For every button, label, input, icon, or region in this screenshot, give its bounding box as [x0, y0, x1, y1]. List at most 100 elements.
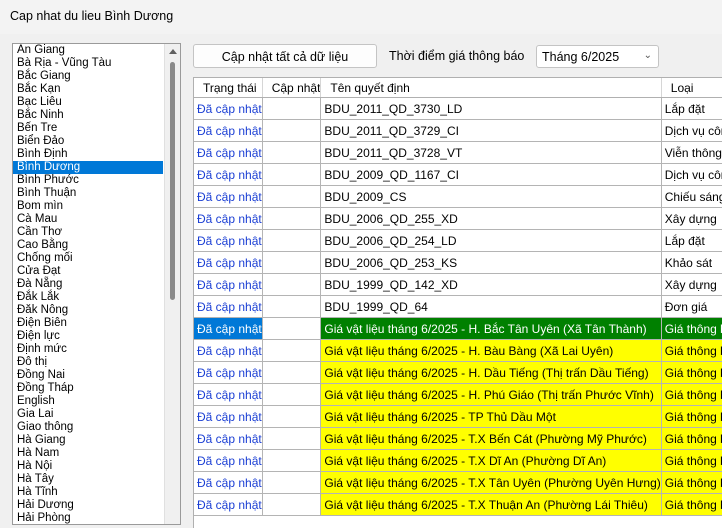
province-item[interactable]: Đồng Tháp [13, 382, 163, 395]
period-select[interactable]: Tháng 6/2025 ⌄ [536, 45, 659, 68]
province-item[interactable]: Bình Phước [13, 174, 163, 187]
column-header-type[interactable]: Loại [661, 78, 722, 98]
status-cell[interactable]: Đã cập nhật [194, 97, 263, 120]
province-item[interactable]: Đà Nẵng [13, 278, 163, 291]
update-cell[interactable] [262, 383, 322, 406]
province-item[interactable]: Bình Thuận [13, 187, 163, 200]
decision-name-cell[interactable]: Giá vật liệu tháng 6/2025 - T.X Tân Uyên… [320, 471, 662, 494]
province-item[interactable]: Hà Tĩnh [13, 486, 163, 499]
type-cell[interactable]: Lắp đặt [661, 97, 722, 120]
update-cell[interactable] [262, 295, 322, 318]
column-header-status[interactable]: Trạng thái [194, 78, 263, 98]
table-row[interactable]: Đã cập nhật BDU_2006_QD_253_KS Khảo sát [194, 251, 722, 274]
table-row[interactable]: Đã cập nhật BDU_2006_QD_254_LD Lắp đặt [194, 229, 722, 252]
decision-name-cell[interactable]: Giá vật liệu tháng 6/2025 - H. Bắc Tân U… [320, 317, 662, 340]
decision-name-cell[interactable]: Giá vật liệu tháng 6/2025 - H. Dầu Tiếng… [320, 361, 662, 384]
province-item[interactable]: Biển Đảo [13, 135, 163, 148]
status-cell[interactable]: Đã cập nhật [194, 405, 263, 428]
status-cell[interactable]: Đã cập nhật [194, 317, 263, 340]
update-cell[interactable] [262, 251, 322, 274]
status-cell[interactable]: Đã cập nhật [194, 207, 263, 230]
type-cell[interactable]: Dịch vụ công ích [661, 163, 722, 186]
update-cell[interactable] [262, 141, 322, 164]
status-cell[interactable]: Đã cập nhật [194, 119, 263, 142]
decision-name-cell[interactable]: Giá vật liệu tháng 6/2025 - H. Bàu Bàng … [320, 339, 662, 362]
status-cell[interactable]: Đã cập nhật [194, 141, 263, 164]
province-item[interactable]: Bạc Liêu [13, 96, 163, 109]
update-cell[interactable] [262, 163, 322, 186]
decision-name-cell[interactable]: Giá vật liệu tháng 6/2025 - H. Phú Giáo … [320, 383, 662, 406]
decision-name-cell[interactable]: BDU_2011_QD_3728_VT [320, 141, 662, 164]
province-item[interactable]: Đô thị [13, 356, 163, 369]
type-cell[interactable]: Giá thông báo [661, 427, 722, 450]
decision-name-cell[interactable]: BDU_2009_CS [320, 185, 662, 208]
province-item[interactable]: Cao Bằng [13, 239, 163, 252]
decision-name-cell[interactable]: Giá vật liệu tháng 6/2025 - TP Thủ Dầu M… [320, 405, 662, 428]
update-cell[interactable] [262, 405, 322, 428]
type-cell[interactable]: Khảo sát [661, 251, 722, 274]
province-item[interactable]: Bắc Giang [13, 70, 163, 83]
update-cell[interactable] [262, 361, 322, 384]
province-item[interactable]: Giao thông [13, 421, 163, 434]
province-item[interactable]: Hà Nội [13, 460, 163, 473]
type-cell[interactable]: Xây dựng [661, 273, 722, 296]
province-item[interactable]: Cần Thơ [13, 226, 163, 239]
decision-name-cell[interactable]: BDU_2006_QD_255_XD [320, 207, 662, 230]
table-row[interactable]: Đã cập nhật BDU_2009_CS Chiếu sáng [194, 185, 722, 208]
update-cell[interactable] [262, 427, 322, 450]
status-cell[interactable]: Đã cập nhật [194, 163, 263, 186]
update-cell[interactable] [262, 317, 322, 340]
province-item[interactable]: Cà Mau [13, 213, 163, 226]
update-cell[interactable] [262, 119, 322, 142]
province-item[interactable]: Định mức [13, 343, 163, 356]
table-row[interactable]: Đã cập nhật BDU_2011_QD_3728_VT Viễn thông [194, 141, 722, 164]
status-cell[interactable]: Đã cập nhật [194, 383, 263, 406]
table-row[interactable]: Đã cập nhật Giá vật liệu tháng 6/2025 - T… [194, 493, 722, 516]
vertical-scrollbar[interactable] [164, 44, 180, 524]
update-cell[interactable] [262, 493, 322, 516]
update-cell[interactable] [262, 339, 322, 362]
province-item[interactable]: Hà Giang [13, 434, 163, 447]
type-cell[interactable]: Xây dựng [661, 207, 722, 230]
province-item[interactable]: Điện Biên [13, 317, 163, 330]
table-row[interactable]: Đã cập nhật Giá vật liệu tháng 6/2025 - T… [194, 427, 722, 450]
province-item[interactable]: Bắc Ninh [13, 109, 163, 122]
status-cell[interactable]: Đã cập nhật [194, 493, 263, 516]
status-cell[interactable]: Đã cập nhật [194, 361, 263, 384]
table-row[interactable]: Đã cập nhật Giá vật liệu tháng 6/2025 - T… [194, 471, 722, 494]
table-row[interactable]: Đã cập nhật BDU_1999_QD_64 Đơn giá [194, 295, 722, 318]
province-item[interactable]: Gia Lai [13, 408, 163, 421]
decision-name-cell[interactable]: BDU_2011_QD_3730_LD [320, 97, 662, 120]
province-item[interactable]: Bà Rịa - Vũng Tàu [13, 57, 163, 70]
scrollbar-thumb[interactable] [170, 62, 175, 300]
table-row[interactable]: Đã cập nhật Giá vật liệu tháng 6/2025 - T… [194, 449, 722, 472]
table-row[interactable]: Đã cập nhật BDU_2011_QD_3729_CI Dịch vụ cô… [194, 119, 722, 142]
province-item[interactable]: Đồng Nai [13, 369, 163, 382]
province-item[interactable]: Bến Tre [13, 122, 163, 135]
province-item[interactable]: Bình Dương [13, 161, 163, 174]
table-row[interactable]: Đã cập nhật BDU_2011_QD_3730_LD Lắp đặt [194, 97, 722, 120]
table-row[interactable]: Đã cập nhật BDU_2006_QD_255_XD Xây dựng [194, 207, 722, 230]
province-item[interactable]: Hà Nam [13, 447, 163, 460]
decision-grid[interactable]: Trạng thái Cập nhật Tên quyết định Loại … [193, 77, 722, 528]
type-cell[interactable]: Giá thông báo [661, 493, 722, 516]
type-cell[interactable]: Giá thông báo [661, 449, 722, 472]
table-row[interactable]: Đã cập nhật BDU_2009_QD_1167_CI Dịch vụ cô… [194, 163, 722, 186]
decision-name-cell[interactable]: BDU_2011_QD_3729_CI [320, 119, 662, 142]
status-cell[interactable]: Đã cập nhật [194, 449, 263, 472]
update-cell[interactable] [262, 185, 322, 208]
type-cell[interactable]: Lắp đặt [661, 229, 722, 252]
type-cell[interactable]: Giá thông báo [661, 361, 722, 384]
decision-name-cell[interactable]: BDU_2009_QD_1167_CI [320, 163, 662, 186]
province-item[interactable]: Bắc Kạn [13, 83, 163, 96]
province-item[interactable]: An Giang [13, 44, 163, 57]
update-cell[interactable] [262, 207, 322, 230]
status-cell[interactable]: Đã cập nhật [194, 471, 263, 494]
province-item[interactable]: English [13, 395, 163, 408]
province-item[interactable]: Hà Tây [13, 473, 163, 486]
decision-name-cell[interactable]: BDU_1999_QD_142_XD [320, 273, 662, 296]
table-row[interactable]: Đã cập nhật Giá vật liệu tháng 6/2025 - H… [194, 383, 722, 406]
table-row[interactable]: Đã cập nhật Giá vật liệu tháng 6/2025 - H… [194, 361, 722, 384]
update-all-button[interactable]: Cập nhật tất cả dữ liệu [193, 44, 377, 68]
status-cell[interactable]: Đã cập nhật [194, 251, 263, 274]
